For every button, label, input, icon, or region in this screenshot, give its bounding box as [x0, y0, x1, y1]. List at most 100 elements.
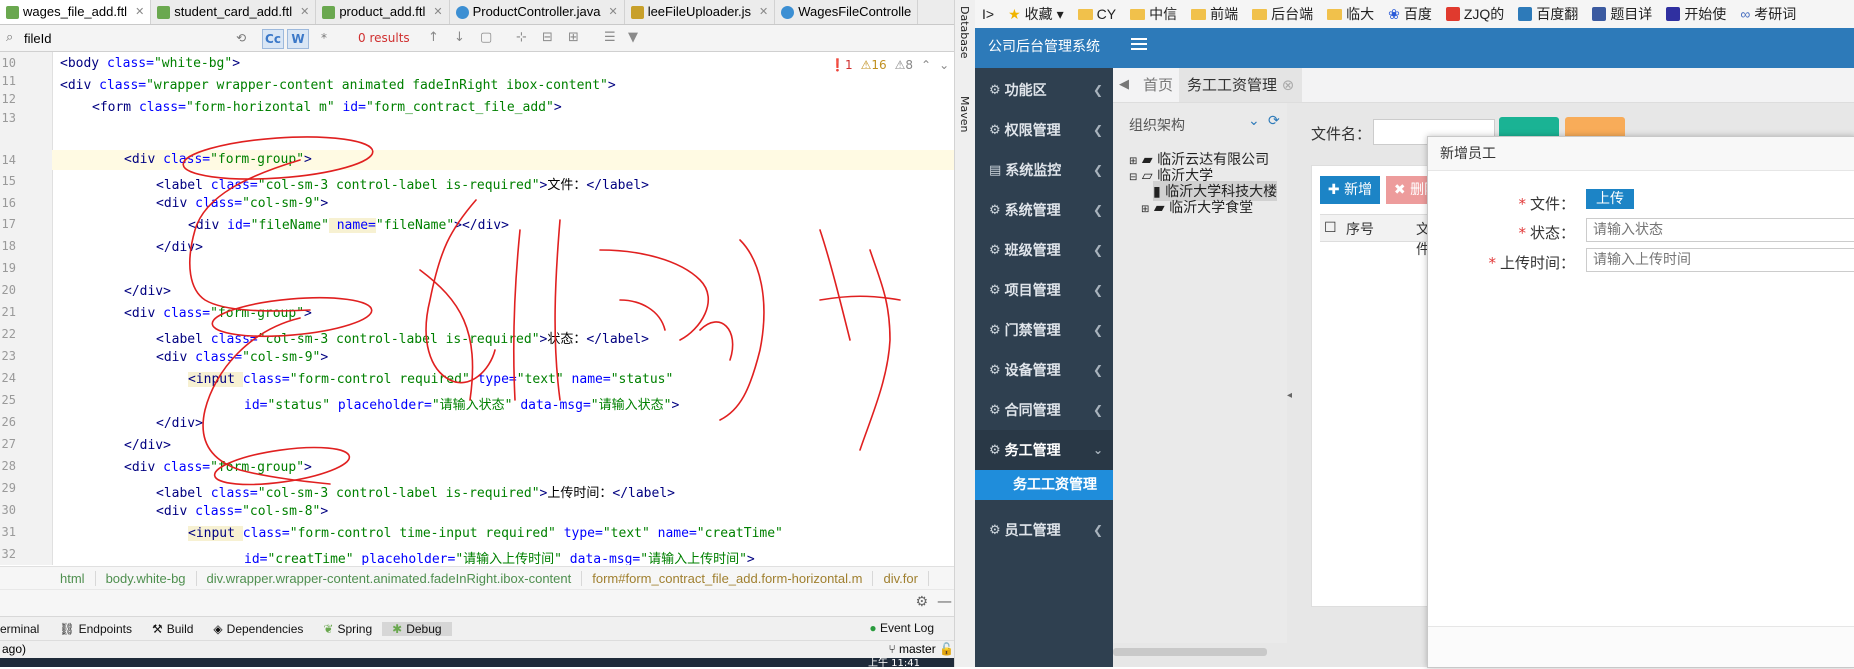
chevron-left-icon: ❮	[1092, 123, 1103, 137]
line-number: 26	[1, 415, 16, 429]
menu-item-5[interactable]: ⚙ 项目管理 ❮	[975, 270, 1113, 310]
breadcrumb-item[interactable]: form#form_contract_file_add.form-horizon…	[582, 570, 874, 586]
column-header[interactable]: 序号	[1346, 219, 1374, 239]
menu-item-1[interactable]: ⚙ 权限管理 ❮	[975, 110, 1113, 150]
bookmark-favorites[interactable]: ★ 收藏 ▾	[1001, 4, 1071, 24]
bookmark-link[interactable]: ∞ 考研词	[1733, 4, 1803, 24]
close-icon[interactable]: ✕	[300, 1, 309, 23]
breadcrumb-item[interactable]: div.for	[873, 570, 929, 586]
editor-tab-5[interactable]: WagesFileControlle	[775, 0, 919, 24]
menu-icon[interactable]	[1131, 38, 1147, 52]
breadcrumb-item[interactable]: div.wrapper.wrapper-content.animated.fad…	[197, 570, 583, 586]
tabs-left-icon[interactable]: ◀	[1119, 68, 1129, 102]
refresh-icon[interactable]: ⟳	[1268, 113, 1280, 129]
code-line-16: <div class="col-sm-9">	[156, 196, 329, 211]
folder-icon	[1077, 8, 1093, 20]
arrow-down-icon[interactable]: ↓	[454, 30, 465, 45]
add-button[interactable]: ✚ 新增	[1320, 176, 1380, 204]
select-all-icon[interactable]: ▢	[480, 30, 492, 45]
chevron-up-icon[interactable]: ⌃	[921, 58, 931, 72]
close-icon[interactable]: ✕	[759, 1, 768, 23]
table-header: ☐ 序号 文件	[1320, 214, 1436, 258]
breadcrumb: html body.white-bg div.wrapper.wrapper-c…	[0, 566, 974, 589]
menu-item-0[interactable]: ⚙ 功能区 ❮	[975, 70, 1113, 110]
select-occurrences-icon[interactable]: ⊞	[568, 30, 579, 45]
filter-icon[interactable]: ▼	[628, 30, 638, 45]
bookmark-link[interactable]: 开始使	[1659, 4, 1733, 24]
menu-item-9[interactable]: ⚙ 务工管理 ⌄	[975, 430, 1113, 470]
bookmark-folder[interactable]: 后台端	[1245, 4, 1320, 24]
remove-occurrence-icon[interactable]: ⊟	[542, 30, 553, 45]
close-icon[interactable]: ✕	[608, 1, 617, 23]
chevron-down-icon[interactable]: ⌄	[1248, 113, 1260, 129]
build-tab[interactable]: ⚒ Build	[142, 622, 203, 636]
add-occurrence-icon[interactable]: ⊹	[516, 30, 527, 45]
editor-tab-3[interactable]: ProductController.java ✕	[450, 0, 625, 24]
editor-tab-0[interactable]: wages_file_add.ftl ✕	[0, 0, 152, 24]
editor-tab-4[interactable]: leeFileUploader.js ✕	[625, 0, 776, 24]
status-input[interactable]	[1586, 218, 1854, 242]
menu-item-10[interactable]: ⚙ 员工管理 ❮	[975, 510, 1113, 550]
menu-item-2[interactable]: ▤ 系统监控 ❮	[975, 150, 1113, 190]
code-line-14: <div class="form-group">	[124, 152, 312, 167]
code-editor[interactable]: <body class="white-bg"> <div class="wrap…	[52, 52, 960, 565]
spring-tab[interactable]: ❦ Spring	[313, 622, 382, 636]
filter-list-icon[interactable]: ☰	[604, 30, 616, 45]
select-all-checkbox[interactable]: ☐	[1324, 220, 1337, 236]
menu-item-3[interactable]: ⚙ 系统管理 ❮	[975, 190, 1113, 230]
folder-icon	[1130, 8, 1146, 20]
bookmark-folder[interactable]: CY	[1071, 6, 1123, 22]
menu-item-8[interactable]: ⚙ 合同管理 ❮	[975, 390, 1113, 430]
regex-button[interactable]: *	[316, 28, 332, 48]
editor-tab-2[interactable]: product_add.ftl ✕	[316, 0, 450, 24]
breadcrumb-item[interactable]: html	[0, 570, 96, 586]
gear-icon[interactable]: ⚙	[915, 594, 928, 610]
editor-tab-1[interactable]: student_card_add.ftl ✕	[151, 0, 317, 24]
bookmark-link[interactable]: 题目详	[1585, 4, 1659, 24]
breadcrumb-item[interactable]: body.white-bg	[96, 570, 197, 586]
bookmark-folder[interactable]: 前端	[1184, 4, 1245, 24]
clear-search-icon[interactable]: ⟲	[236, 28, 246, 48]
bookmark-link[interactable]: ZJQ的	[1439, 4, 1511, 24]
line-number: 18	[1, 239, 16, 253]
required-marker: *	[1518, 224, 1526, 242]
database-tool-button[interactable]: Database	[958, 6, 971, 59]
menu-item-4[interactable]: ⚙ 班级管理 ❮	[975, 230, 1113, 270]
menu-item-6[interactable]: ⚙ 门禁管理 ❮	[975, 310, 1113, 350]
chevron-down-icon[interactable]: ⌄	[939, 58, 949, 72]
tree-node[interactable]: ⊞ ▰ 临沂大学食堂	[1141, 197, 1253, 217]
find-bar: ⌕ ⟲ Cc W * 0 results ↑ ↓ ▢ ⊹ ⊟ ⊞ ☰ ▼	[0, 25, 974, 52]
horizontal-scrollbar[interactable]	[1113, 648, 1267, 656]
search-input[interactable]	[22, 28, 234, 48]
terminal-tab[interactable]: erminal	[0, 622, 49, 636]
minimize-icon[interactable]: —	[937, 592, 952, 610]
submenu-item-wages[interactable]: 务工工资管理	[975, 470, 1113, 500]
maven-tool-button[interactable]: Maven	[958, 96, 971, 132]
editor-tabs: wages_file_add.ftl ✕ student_card_add.ftl…	[0, 0, 974, 25]
line-number: 11	[1, 74, 16, 88]
collapse-panel-icon[interactable]: ◂	[1287, 390, 1297, 414]
event-log-tab[interactable]: ● Event Log	[869, 621, 934, 635]
debug-tab[interactable]: ✱ Debug	[382, 622, 452, 636]
close-icon[interactable]: ✕	[433, 1, 442, 23]
arrow-up-icon[interactable]: ↑	[428, 30, 439, 45]
line-number: 10	[1, 56, 16, 70]
bookmark-folder[interactable]: 临大	[1320, 4, 1381, 24]
bookmark-link[interactable]: ❀ 百度	[1381, 4, 1439, 24]
match-case-button[interactable]: Cc	[262, 29, 284, 49]
bookmark-link[interactable]: 百度翻	[1511, 4, 1585, 24]
upload-button[interactable]: 上传	[1586, 189, 1634, 209]
upload-time-input[interactable]	[1586, 248, 1854, 272]
collapse-icon: ⊟	[1129, 172, 1138, 183]
tab-home[interactable]: 首页	[1143, 68, 1173, 102]
words-button[interactable]: W	[287, 29, 309, 49]
close-icon[interactable]: ✕	[135, 1, 144, 23]
tab-wages[interactable]: 务工工资管理 ⊗	[1179, 68, 1303, 102]
menu-item-7[interactable]: ⚙ 设备管理 ❮	[975, 350, 1113, 390]
endpoints-tab[interactable]: ⛓ Endpoints	[49, 622, 142, 636]
ftl-file-icon	[322, 5, 336, 19]
bookmark-folder[interactable]: 中信	[1123, 4, 1184, 24]
inspection-widget[interactable]: ❗1 ⚠16 ⚠8 ⌃ ⌄	[830, 58, 949, 72]
collapse-sidebar-icon[interactable]: I>	[975, 6, 1001, 22]
dependencies-tab[interactable]: ◈ Dependencies	[203, 622, 313, 636]
